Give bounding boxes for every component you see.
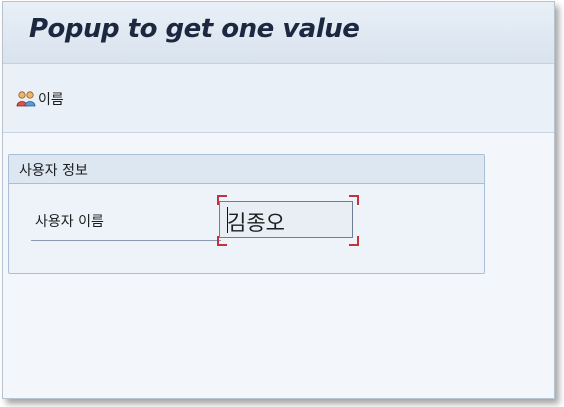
name-toolbar-button[interactable]: 이름	[16, 88, 64, 110]
group-header: 사용자 정보	[9, 155, 484, 184]
label-underline	[31, 240, 221, 241]
username-label: 사용자 이름	[35, 214, 104, 230]
toolbar: 이름	[3, 64, 554, 133]
content-area: 사용자 정보 사용자 이름 김종오	[3, 133, 554, 398]
toolbar-button-label: 이름	[38, 92, 64, 108]
two-users-icon	[16, 90, 36, 108]
window-title: Popup to get one value	[29, 14, 360, 44]
username-input-value: 김종오	[227, 211, 285, 235]
user-info-group: 사용자 정보 사용자 이름 김종오	[8, 154, 485, 274]
popup-window: Popup to get one value 이름 사용자 정보 사용자 이름	[2, 1, 555, 399]
title-bar: Popup to get one value	[3, 2, 554, 64]
group-title: 사용자 정보	[19, 163, 88, 179]
username-input[interactable]: 김종오	[219, 201, 353, 238]
username-input-wrapper: 김종오	[217, 195, 359, 246]
text-caret	[227, 207, 228, 233]
